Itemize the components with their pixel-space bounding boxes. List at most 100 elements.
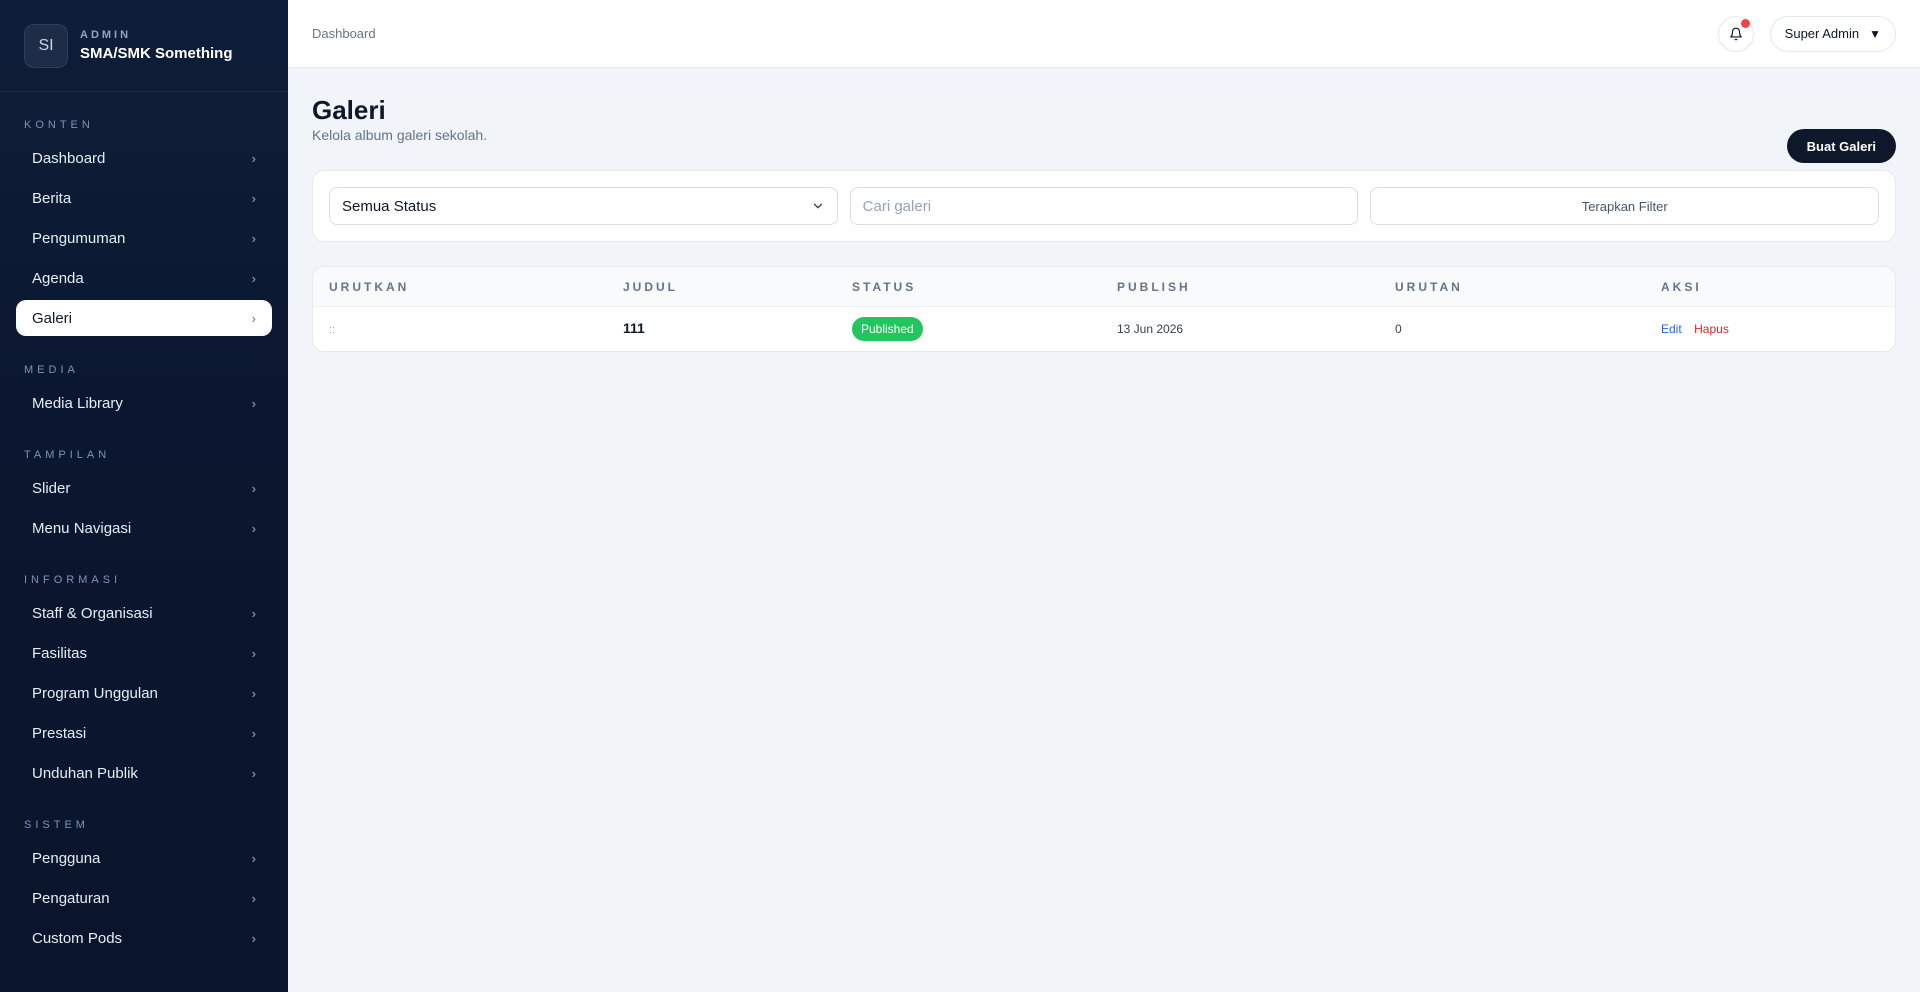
delete-link[interactable]: Hapus xyxy=(1694,322,1729,336)
sidebar-item-label: Pengumuman xyxy=(32,229,126,247)
sidebar-item-slider[interactable]: Slider › xyxy=(16,470,272,506)
chevron-right-icon: › xyxy=(251,605,256,621)
nav-section-konten: KONTEN Dashboard › Berita › Pengumuman › Ag… xyxy=(0,118,288,336)
sidebar-item-pengaturan[interactable]: Pengaturan › xyxy=(16,880,272,916)
column-header-publish: PUBLISH xyxy=(1117,279,1191,294)
section-title: MEDIA xyxy=(24,364,79,376)
main-content: Galeri Kelola album galeri sekolah. Buat… xyxy=(312,68,1896,352)
chevron-right-icon: › xyxy=(251,190,256,206)
sidebar-item-pengguna[interactable]: Pengguna › xyxy=(16,840,272,876)
sidebar-item-pengumuman[interactable]: Pengumuman › xyxy=(16,220,272,256)
user-menu-button[interactable]: Super Admin ▼ xyxy=(1769,15,1896,52)
notification-button[interactable] xyxy=(1717,15,1754,52)
sidebar-item-unduhan-publik[interactable]: Unduhan Publik › xyxy=(16,755,272,791)
sidebar-item-label: Custom Pods xyxy=(32,929,123,947)
status-select-value: Semua Status xyxy=(342,197,437,215)
filter-bar: Semua Status Cari galeri Terapkan Filter xyxy=(312,170,1896,242)
row-order: 0 xyxy=(1395,322,1402,336)
user-name: Super Admin xyxy=(1784,26,1860,41)
chevron-right-icon: › xyxy=(251,930,256,946)
topbar: Dashboard Super Admin ▼ xyxy=(288,0,1920,68)
caret-down-icon: ▼ xyxy=(1869,26,1881,41)
row-publish-date: 13 Jun 2026 xyxy=(1117,322,1184,336)
brand-kicker: ADMIN xyxy=(80,29,132,41)
create-gallery-button[interactable]: Buat Galeri xyxy=(1786,129,1896,163)
sidebar-item-label: Unduhan Publik xyxy=(32,764,138,782)
sidebar-item-label: Berita xyxy=(32,189,72,207)
notification-dot xyxy=(1740,18,1750,28)
edit-link[interactable]: Edit xyxy=(1661,322,1682,336)
section-title: INFORMASI xyxy=(24,574,122,586)
sidebar-item-galeri[interactable]: Galeri › xyxy=(16,300,272,336)
sidebar-item-berita[interactable]: Berita › xyxy=(16,180,272,216)
breadcrumb[interactable]: Dashboard xyxy=(312,26,376,41)
status-select[interactable]: Semua Status xyxy=(329,187,838,225)
table-header: URUTKAN JUDUL STATUS PUBLISH URUTAN AKSI xyxy=(313,267,1895,307)
brand-text: ADMIN SMA/SMK Something xyxy=(80,29,233,62)
nav-section-tampilan: TAMPILAN Slider › Menu Navigasi › xyxy=(0,448,288,546)
chevron-right-icon: › xyxy=(251,850,256,866)
nav-section-media: MEDIA Media Library › xyxy=(0,363,288,421)
search-input[interactable]: Cari galeri xyxy=(849,187,1359,225)
column-header-judul: JUDUL xyxy=(623,279,679,294)
page-subtitle: Kelola album galeri sekolah. xyxy=(312,127,488,143)
sidebar-item-label: Prestasi xyxy=(32,724,87,742)
sidebar-item-menu-navigasi[interactable]: Menu Navigasi › xyxy=(16,510,272,546)
nav-section-informasi: INFORMASI Staff & Organisasi › Fasilitas ›… xyxy=(0,573,288,791)
drag-handle-icon[interactable]: :: xyxy=(329,324,335,336)
gallery-table: URUTKAN JUDUL STATUS PUBLISH URUTAN AKSI… xyxy=(312,266,1896,352)
bell-icon xyxy=(1729,27,1742,40)
sidebar-item-label: Agenda xyxy=(32,269,84,287)
chevron-right-icon: › xyxy=(251,230,256,246)
sidebar-item-label: Galeri xyxy=(32,309,73,327)
sidebar-item-label: Pengaturan xyxy=(32,889,110,907)
chevron-right-icon: › xyxy=(251,520,256,536)
chevron-right-icon: › xyxy=(251,725,256,741)
sidebar: SI ADMIN SMA/SMK Something KONTEN Dashbo… xyxy=(0,0,288,992)
column-header-status: STATUS xyxy=(852,279,917,294)
sidebar-item-agenda[interactable]: Agenda › xyxy=(16,260,272,296)
chevron-right-icon: › xyxy=(251,150,256,166)
sidebar-item-program-unggulan[interactable]: Program Unggulan › xyxy=(16,675,272,711)
sidebar-item-fasilitas[interactable]: Fasilitas › xyxy=(16,635,272,671)
column-header-urutkan: URUTKAN xyxy=(329,279,410,294)
page-title: Galeri xyxy=(312,95,386,125)
row-title: 111 xyxy=(623,320,645,336)
chevron-right-icon: › xyxy=(251,765,256,781)
sidebar-item-label: Staff & Organisasi xyxy=(32,604,153,622)
sidebar-item-label: Media Library xyxy=(32,394,123,412)
brand-name: SMA/SMK Something xyxy=(80,45,233,62)
chevron-right-icon: › xyxy=(251,270,256,286)
section-title: KONTEN xyxy=(24,119,94,131)
sidebar-item-media-library[interactable]: Media Library › xyxy=(16,385,272,421)
chevron-right-icon: › xyxy=(251,890,256,906)
column-header-urutan: URUTAN xyxy=(1395,279,1463,294)
brand: SI ADMIN SMA/SMK Something xyxy=(0,0,288,92)
chevron-down-icon xyxy=(813,203,822,209)
sidebar-item-prestasi[interactable]: Prestasi › xyxy=(16,715,272,751)
topbar-actions: Super Admin ▼ xyxy=(1717,15,1896,52)
nav-section-sistem: SISTEM Pengguna › Pengaturan › Custom Pods… xyxy=(0,818,288,956)
chevron-right-icon: › xyxy=(251,310,256,326)
chevron-right-icon: › xyxy=(251,685,256,701)
page-heading: Galeri Kelola album galeri sekolah. xyxy=(312,95,487,143)
sidebar-item-label: Fasilitas xyxy=(32,644,88,662)
sidebar-item-label: Menu Navigasi xyxy=(32,519,132,537)
chevron-right-icon: › xyxy=(251,645,256,661)
sidebar-item-label: Program Unggulan xyxy=(32,684,158,702)
section-title: TAMPILAN xyxy=(24,449,111,461)
brand-logo: SI xyxy=(24,23,68,68)
sidebar-item-label: Slider xyxy=(32,479,71,497)
status-badge: Published xyxy=(852,317,923,341)
page-header: Galeri Kelola album galeri sekolah. Buat… xyxy=(312,68,1896,170)
sidebar-item-dashboard[interactable]: Dashboard › xyxy=(16,140,272,176)
apply-filter-button[interactable]: Terapkan Filter xyxy=(1370,187,1880,225)
chevron-right-icon: › xyxy=(251,480,256,496)
section-title: SISTEM xyxy=(24,819,89,831)
chevron-right-icon: › xyxy=(251,395,256,411)
table-row: :: 111 Published 13 Jun 2026 0 Edit Hapu… xyxy=(313,307,1895,351)
sidebar-item-label: Pengguna xyxy=(32,849,101,867)
sidebar-item-staff-organisasi[interactable]: Staff & Organisasi › xyxy=(16,595,272,631)
sidebar-item-custom-pods[interactable]: Custom Pods › xyxy=(16,920,272,956)
column-header-aksi: AKSI xyxy=(1661,279,1702,294)
